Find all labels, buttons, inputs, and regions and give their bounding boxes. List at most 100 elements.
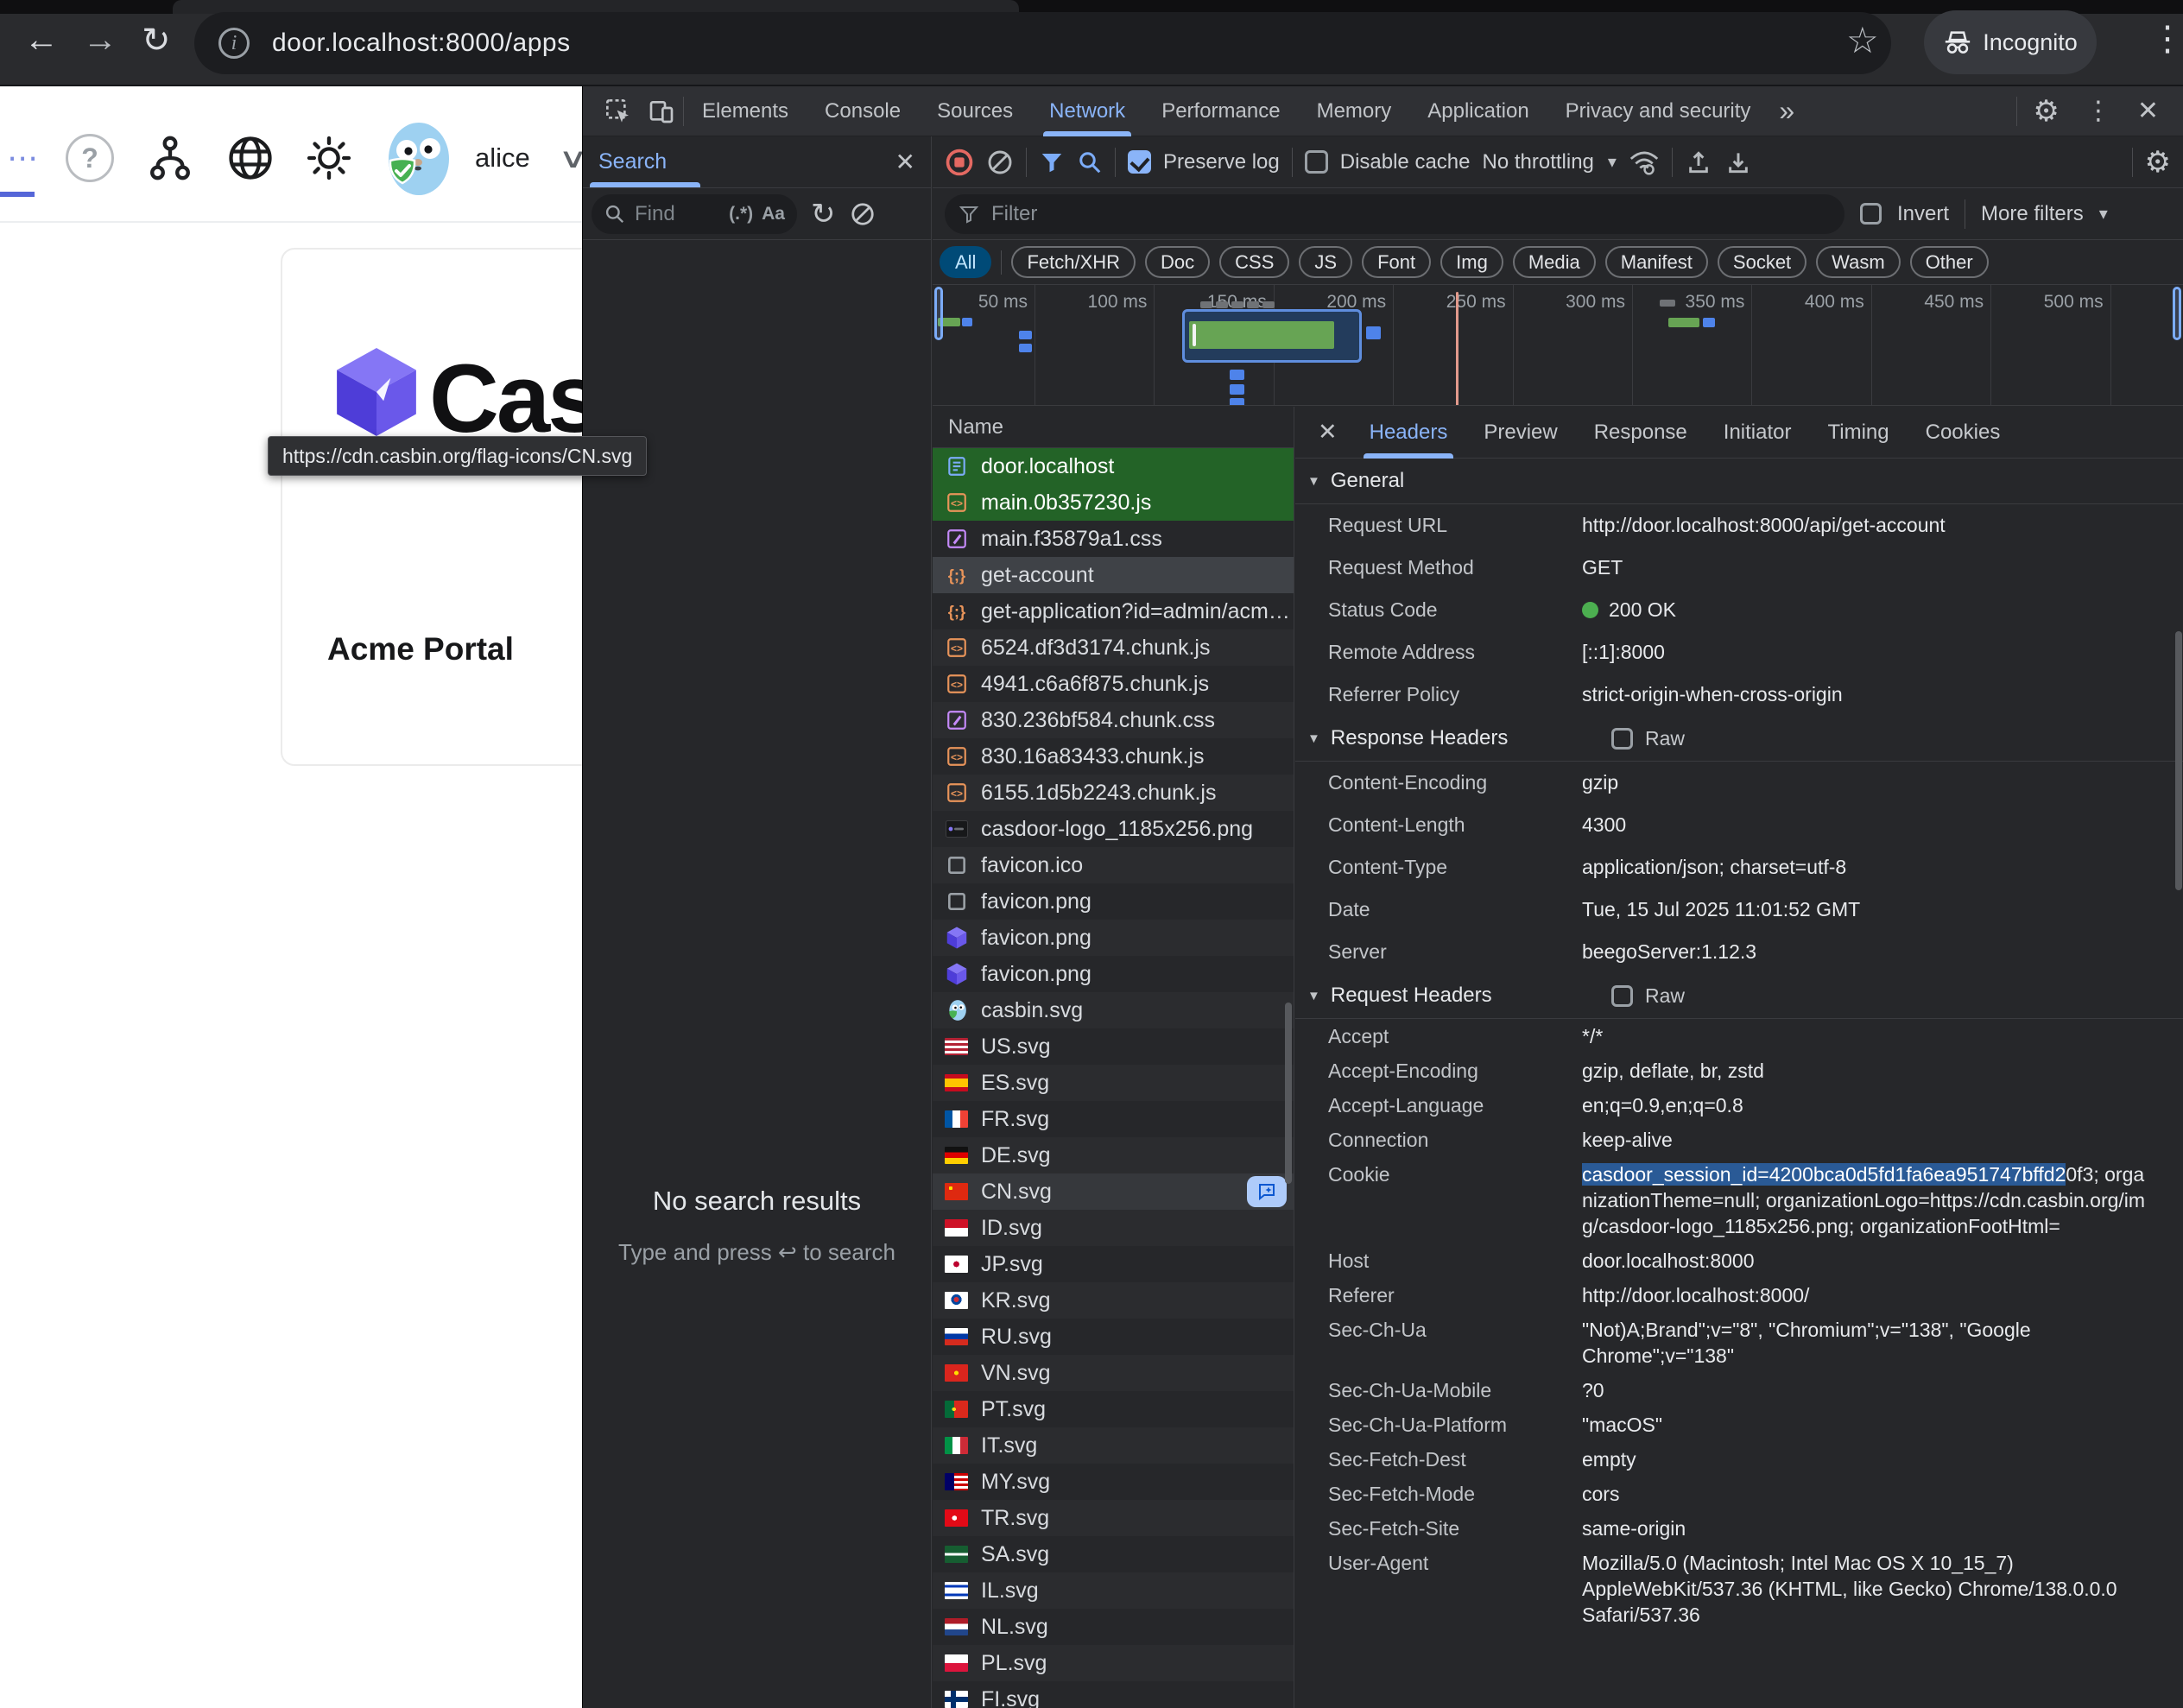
request-row[interactable]: MY.svg [933,1464,1294,1500]
overflow-icon[interactable]: ⋯ [2,140,41,176]
chip-other[interactable]: Other [1909,246,1989,278]
clear-icon[interactable] [986,149,1014,176]
preserve-log-label[interactable]: Preserve log [1163,150,1280,174]
request-row[interactable]: PL.svg [933,1645,1294,1681]
filter-input[interactable]: Filter [945,193,1844,234]
request-row[interactable]: IL.svg [933,1572,1294,1609]
details-tab-headers[interactable]: Headers [1355,407,1463,459]
request-row[interactable]: 830.236bf584.chunk.css [933,702,1294,738]
details-tab-preview[interactable]: Preview [1469,407,1572,459]
request-row[interactable]: {;} get-application?id=admin/acm… [933,593,1294,629]
import-har-icon[interactable] [1685,149,1712,176]
address-bar[interactable]: i door.localhost:8000/apps [194,12,1891,74]
tab-memory[interactable]: Memory [1299,86,1410,136]
request-row[interactable]: IT.svg [933,1427,1294,1464]
request-row[interactable]: NL.svg [933,1609,1294,1645]
search-clear-icon[interactable] [850,201,876,227]
request-list-scrollbar[interactable] [1285,1003,1292,1184]
request-row[interactable]: favicon.png [933,883,1294,920]
record-icon[interactable] [945,148,974,177]
request-row[interactable]: US.svg [933,1028,1294,1065]
reload-icon[interactable]: ↻ [142,21,171,60]
raw-toggle[interactable]: Raw [1611,727,1685,750]
devtools-settings-icon[interactable]: ⚙ [2033,94,2059,129]
request-row[interactable]: DE.svg [933,1137,1294,1173]
chip-socket[interactable]: Socket [1717,246,1807,278]
ai-assistant-badge[interactable] [1247,1176,1287,1207]
chip-all[interactable]: All [940,246,992,278]
chip-doc[interactable]: Doc [1145,246,1211,278]
request-row[interactable]: PT.svg [933,1391,1294,1427]
request-row[interactable]: <> 830.16a83433.chunk.js [933,738,1294,775]
request-row[interactable]: <> 6155.1d5b2243.chunk.js [933,775,1294,811]
request-row[interactable]: JP.svg [933,1246,1294,1282]
request-row[interactable]: casbin.svg [933,992,1294,1028]
chip-manifest[interactable]: Manifest [1604,246,1708,278]
org-chart-icon[interactable] [145,133,195,183]
chip-css[interactable]: CSS [1219,246,1290,278]
inspect-element-icon[interactable] [604,97,633,126]
request-row[interactable]: main.f35879a1.css [933,521,1294,557]
request-row[interactable]: RU.svg [933,1319,1294,1355]
tab-network[interactable]: Network [1031,86,1143,136]
details-close-icon[interactable]: ✕ [1307,419,1348,446]
request-row[interactable]: VN.svg [933,1355,1294,1391]
invert-checkbox[interactable] [1860,203,1882,225]
language-globe-icon[interactable] [225,132,276,184]
chip-media[interactable]: Media [1512,246,1596,278]
url-text[interactable]: door.localhost:8000/apps [272,28,571,58]
request-row[interactable]: SA.svg [933,1536,1294,1572]
regex-toggle[interactable]: (.*) [729,204,753,225]
network-conditions-icon[interactable] [1629,149,1660,176]
devtools-close-icon[interactable]: ✕ [2137,96,2159,126]
raw-checkbox[interactable] [1611,984,1633,1007]
network-search-icon[interactable] [1077,149,1103,175]
request-row[interactable]: <> 6524.df3d3174.chunk.js [933,629,1294,666]
details-scrollbar[interactable] [2175,631,2182,890]
details-tab-timing[interactable]: Timing [1813,407,1903,459]
throttling-select[interactable]: No throttling ▾ [1482,150,1616,174]
username[interactable]: alice [475,142,530,174]
disable-cache-checkbox[interactable] [1304,150,1328,174]
chip-wasm[interactable]: Wasm [1816,246,1901,278]
back-icon[interactable]: ← [24,21,59,60]
chip-fetchxhr[interactable]: Fetch/XHR [1011,246,1136,278]
overview-window-handle[interactable] [2173,287,2181,340]
section-header[interactable]: ▼ Response Headers Raw [1295,716,2183,762]
help-icon[interactable]: ? [66,134,114,182]
chevron-down-icon[interactable]: ∨ [558,142,582,174]
request-row[interactable]: favicon.ico [933,847,1294,883]
overview-window-handle[interactable] [934,287,943,340]
tab-console[interactable]: Console [807,86,919,136]
request-row[interactable]: favicon.png [933,920,1294,956]
filter-icon[interactable] [1039,149,1065,175]
forward-icon[interactable]: → [83,21,117,60]
request-row[interactable]: KR.svg [933,1282,1294,1319]
search-close-icon[interactable]: ✕ [895,148,915,176]
disable-cache-label[interactable]: Disable cache [1340,150,1471,174]
tab-elements[interactable]: Elements [684,86,807,136]
chip-js[interactable]: JS [1299,246,1353,278]
theme-sun-icon[interactable] [304,133,354,183]
tab-privacy-and-security[interactable]: Privacy and security [1547,86,1769,136]
request-row[interactable]: {;} get-account [933,557,1294,593]
request-row[interactable]: favicon.png [933,956,1294,992]
devtools-menu-icon[interactable]: ⋮ [2085,96,2111,126]
network-settings-icon[interactable]: ⚙ [2145,145,2171,180]
request-row[interactable]: <> main.0b357230.js [933,484,1294,521]
network-overview-timeline[interactable]: 50 ms100 ms150 ms200 ms250 ms300 ms350 m… [933,285,2183,406]
search-tab[interactable]: Search [598,149,667,174]
request-row[interactable]: ID.svg [933,1210,1294,1246]
match-case-toggle[interactable]: Aa [762,204,785,225]
browser-menu-icon[interactable]: ⋮ [2150,19,2183,59]
bookmark-star-icon[interactable]: ☆ [1846,19,1879,61]
request-row[interactable]: ES.svg [933,1065,1294,1101]
application-card[interactable]: Cas Acme Portal [281,248,582,766]
chip-img[interactable]: Img [1440,246,1503,278]
device-toolbar-icon[interactable] [647,97,676,126]
section-header[interactable]: ▼ Request Headers Raw [1295,973,2183,1019]
avatar[interactable] [380,119,454,197]
site-info-icon[interactable]: i [218,28,250,59]
request-row[interactable]: FI.svg [933,1681,1294,1708]
raw-checkbox[interactable] [1611,727,1633,750]
